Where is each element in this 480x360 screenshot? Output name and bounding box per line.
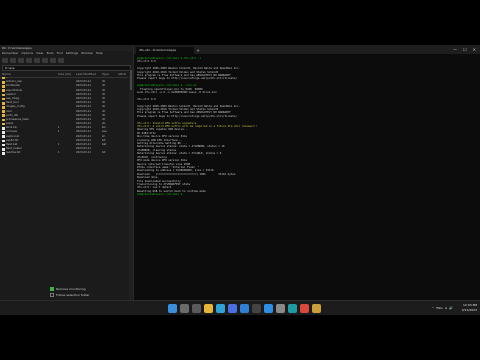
terminal-output[interactable]: pi@ArduinoPlayers:~/blinker $ dfu-util -…	[134, 54, 480, 197]
file-list-scrollbar[interactable]	[129, 68, 133, 300]
vscode-icon[interactable]	[264, 304, 273, 313]
folder-icon	[2, 93, 5, 97]
terminal-tab-bar: dfu-util - D:\ArduinoApps + — ☐ ✕	[134, 45, 480, 54]
option-checkbox[interactable]: Remove monitoring	[50, 286, 90, 292]
path-value: D:\esp	[5, 66, 15, 70]
folder-icon	[2, 89, 5, 92]
file-type: bat	[102, 143, 107, 146]
menu-item-settings[interactable]: Settings	[66, 51, 78, 56]
minimize-icon[interactable]: —	[453, 45, 457, 54]
file-icon	[2, 147, 5, 151]
file-icon	[2, 139, 5, 143]
option-checkbox[interactable]: Follow selection folder	[50, 292, 90, 298]
forward-icon[interactable]	[10, 57, 16, 63]
folder-icon	[2, 97, 5, 101]
folder-icon	[2, 110, 5, 113]
terminal-tab[interactable]: dfu-util - D:\ArduinoApps	[136, 47, 194, 54]
file-icon	[2, 131, 5, 134]
menu-item-find[interactable]: Find	[57, 51, 63, 56]
terminal-tab-title: dfu-util - D:\ArduinoApps	[139, 48, 177, 52]
view-mode-icon[interactable]	[58, 57, 64, 63]
file-icon	[2, 127, 5, 130]
system-tray: ^ ENG ⊡ 🔊	[432, 306, 453, 311]
clock-date: 3/11/2023	[461, 308, 477, 312]
file-date: 2023-03-11	[76, 151, 92, 155]
file-manager-window: Dir: D:\ArduinoApps Remember Options View T…	[0, 45, 134, 300]
maximize-icon[interactable]: ☐	[463, 45, 467, 54]
file-icon	[2, 135, 5, 139]
path-input[interactable]: D:\esp	[2, 65, 131, 71]
window-controls: — ☐ ✕	[453, 45, 480, 54]
folder-icon	[2, 85, 5, 88]
close-icon[interactable]: ✕	[473, 45, 476, 54]
scrollbar-thumb[interactable]	[130, 70, 132, 90]
store-icon[interactable]	[228, 304, 237, 313]
task-view-icon[interactable]	[192, 304, 201, 313]
folder-icon	[2, 80, 5, 84]
clock[interactable]: 12:03 PM 3/11/2023	[462, 303, 477, 313]
option-label: Remove monitoring	[56, 286, 86, 291]
file-size: 1	[58, 143, 60, 146]
terminal-window: dfu-util - D:\ArduinoApps + — ☐ ✕ pi@Ard…	[134, 45, 480, 300]
option-label: Follow selection folder	[56, 292, 90, 297]
file-row[interactable]: readme.txt 1 2023-03-11 txt	[0, 151, 128, 155]
file-list: .. arduino_esp 2023-03-11 dir bootloader 2023…	[0, 76, 128, 194]
explorer-icon[interactable]	[204, 304, 213, 313]
checkbox-icon[interactable]	[50, 287, 54, 291]
file-manager-options: Remove monitoring Follow selection folder	[50, 286, 90, 298]
plus-icon: +	[196, 48, 200, 53]
menu-item-window[interactable]: Window	[81, 51, 93, 56]
terminal-line: pi@ArduinoPlayers:~/blinker $	[137, 193, 184, 197]
copy-icon[interactable]	[34, 57, 40, 63]
folder-icon	[2, 122, 5, 126]
file-icon	[2, 143, 5, 147]
arduino-icon[interactable]	[288, 304, 297, 313]
terminal-icon[interactable]	[252, 304, 261, 313]
checkbox-icon[interactable]	[50, 293, 54, 297]
delete-icon[interactable]	[50, 57, 56, 63]
refresh-icon[interactable]	[26, 57, 32, 63]
menu-item-help[interactable]: Help	[96, 51, 103, 56]
file-icon	[2, 152, 5, 155]
menu-item-tools[interactable]: Tools	[46, 51, 53, 56]
file-name: readme.txt	[6, 151, 21, 155]
search-icon[interactable]	[180, 304, 189, 313]
settings-icon[interactable]	[276, 304, 285, 313]
up-folder-icon[interactable]	[18, 57, 24, 63]
folder-icon	[2, 101, 5, 105]
new-tab-button[interactable]: +	[194, 47, 202, 54]
file-manager-toolbar	[0, 56, 133, 64]
tray-icon[interactable]: ⊡	[445, 306, 448, 311]
taskbar-apps	[168, 304, 321, 313]
desktop-screen: Dir: D:\ArduinoApps Remember Options View T…	[0, 45, 480, 315]
folder-icon	[2, 106, 5, 109]
files-icon[interactable]	[312, 304, 321, 313]
tray-icon[interactable]: ^	[432, 306, 435, 311]
back-icon[interactable]	[2, 57, 8, 63]
file-size: 1	[58, 130, 60, 134]
file-size: 1	[58, 151, 60, 155]
tray-icon[interactable]: ENG	[436, 306, 442, 311]
folder-icon	[2, 114, 5, 118]
chrome-icon[interactable]	[300, 304, 309, 313]
folder-icon	[2, 118, 5, 122]
paste-icon[interactable]	[42, 57, 48, 63]
edge-icon[interactable]	[216, 304, 225, 313]
menu-item-view[interactable]: View	[36, 51, 43, 56]
start-icon[interactable]	[168, 304, 177, 313]
menu-item-remember[interactable]: Remember	[2, 51, 18, 56]
taskbar: ^ ENG ⊡ 🔊 12:03 PM 3/11/2023	[0, 300, 480, 315]
file-type: txt	[102, 151, 106, 155]
tray-icon[interactable]: 🔊	[449, 306, 453, 311]
menu-item-options[interactable]: Options	[21, 51, 33, 56]
mail-icon[interactable]	[240, 304, 249, 313]
folder-icon	[2, 76, 5, 80]
